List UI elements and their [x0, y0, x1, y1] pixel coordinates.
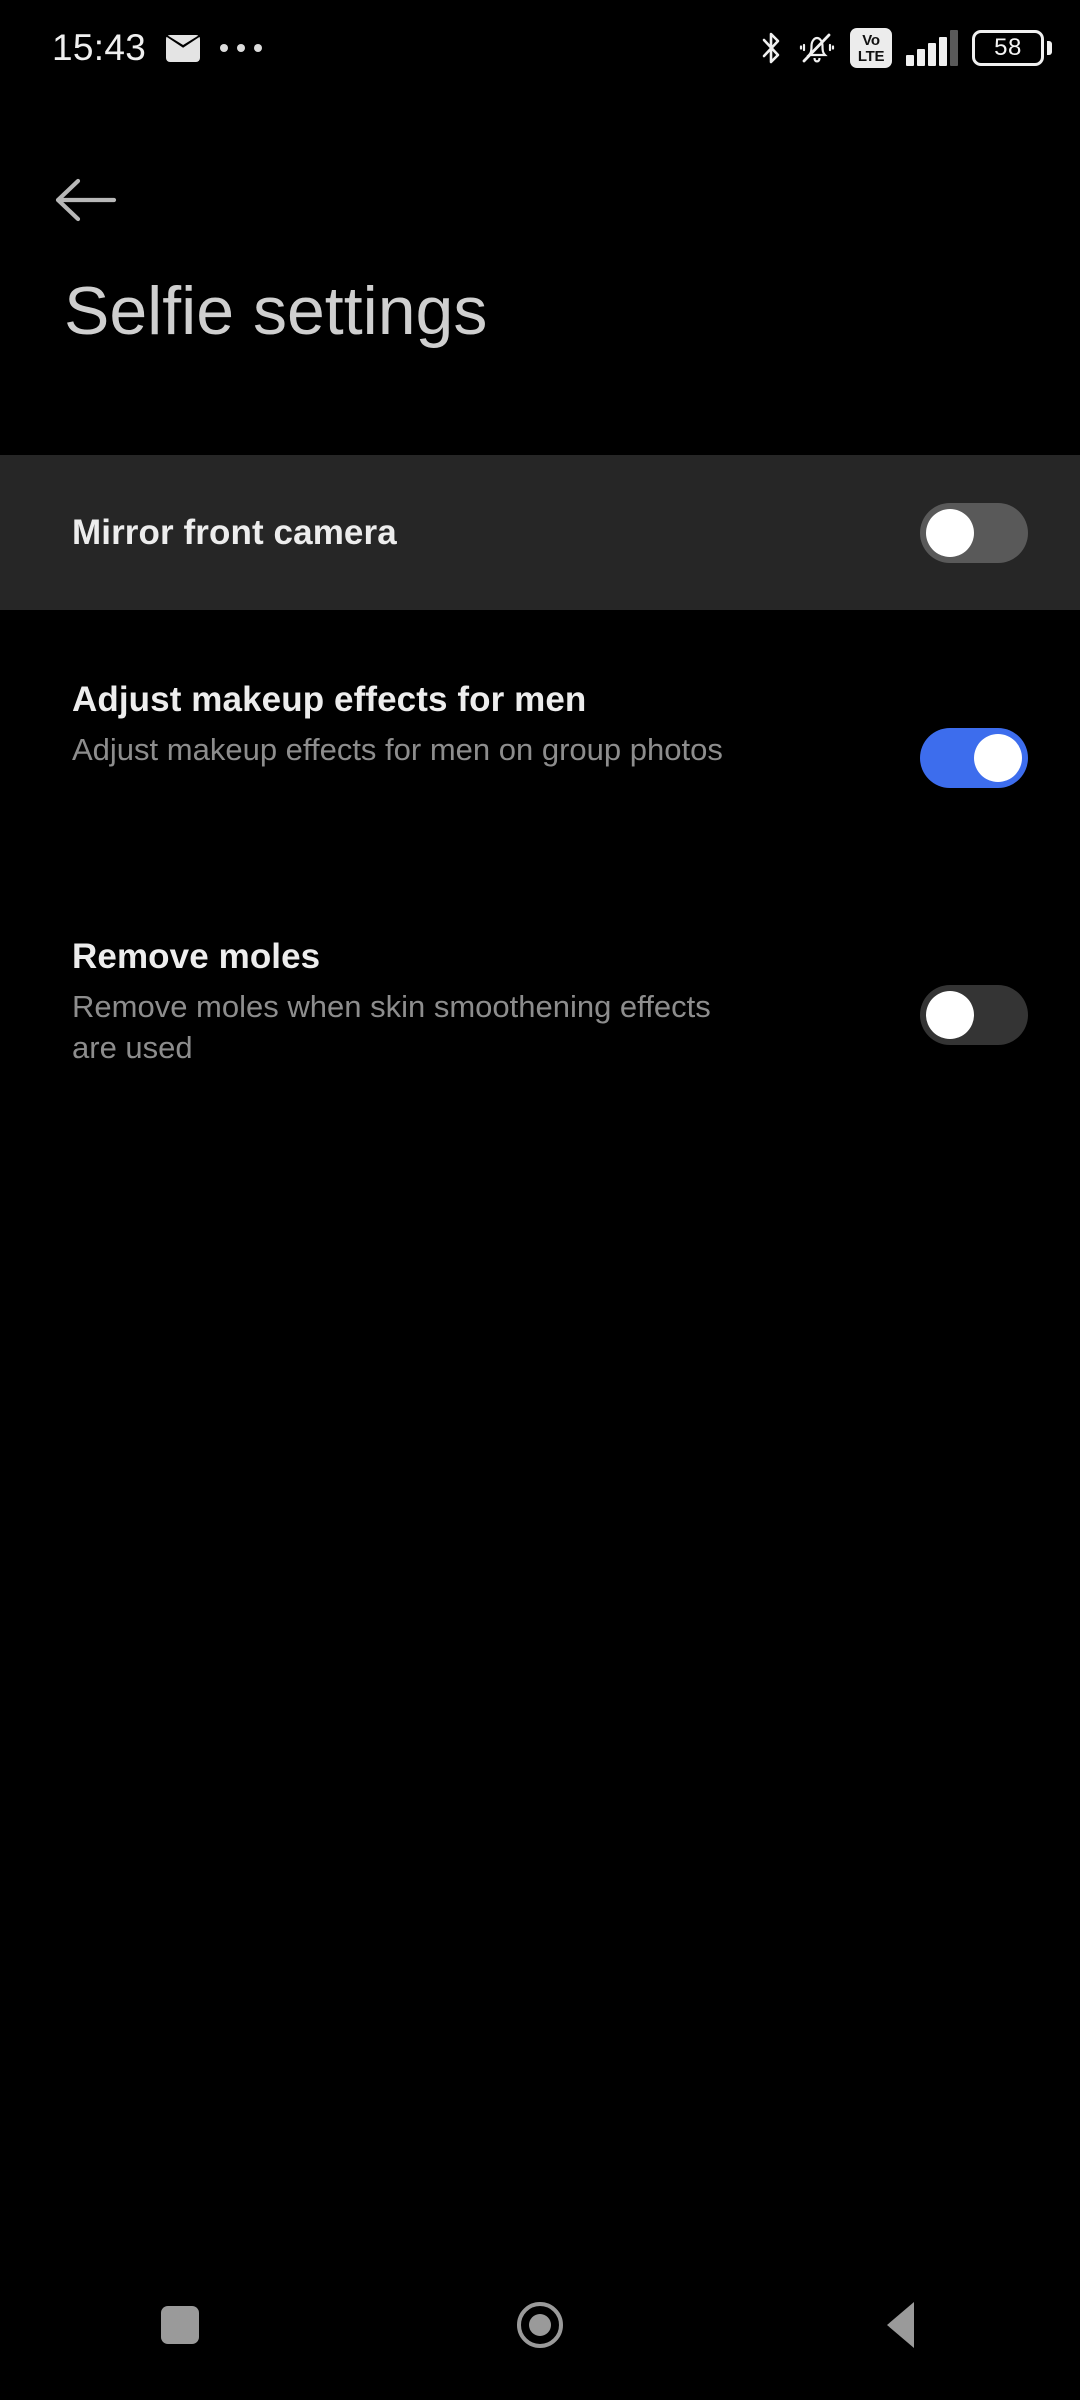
toggle-adjust-makeup-effects-for-men[interactable]: [920, 728, 1028, 788]
setting-title: Mirror front camera: [72, 512, 397, 552]
toggle-thumb: [974, 734, 1022, 782]
back-arrow-icon: [55, 178, 117, 222]
navigation-bar: [0, 2250, 1080, 2400]
recents-button[interactable]: [105, 2250, 255, 2400]
bluetooth-icon: [762, 32, 780, 64]
volte-icon: Vo LTE: [850, 28, 892, 68]
setting-row-remove-moles[interactable]: Remove moles Remove moles when skin smoo…: [0, 913, 1080, 1118]
setting-text-group: Adjust makeup effects for men Adjust mak…: [72, 678, 723, 771]
toggle-remove-moles[interactable]: [920, 985, 1028, 1045]
status-bar-left: 15:43: [52, 27, 263, 69]
setting-subtitle: Adjust makeup effects for men on group p…: [72, 731, 723, 767]
setting-subtitle: Remove moles when skin smoothening effec…: [72, 988, 711, 1065]
home-button[interactable]: [465, 2250, 615, 2400]
status-bar: 15:43 Vo LTE 58: [0, 0, 1080, 96]
status-bar-right: Vo LTE 58: [758, 28, 1052, 68]
bell-muted-icon: [799, 33, 835, 63]
mail-icon: [166, 34, 201, 62]
settings-list: Mirror front camera Adjust makeup effect…: [0, 455, 1080, 1118]
signal-bars-icon: [906, 30, 958, 66]
status-clock: 15:43: [52, 27, 147, 68]
setting-title: Remove moles: [72, 937, 321, 976]
back-triangle-icon: [886, 2302, 914, 2348]
toggle-thumb: [926, 508, 974, 557]
recents-square-icon: [161, 2306, 199, 2344]
volte-label-line2: LTE: [857, 47, 885, 65]
home-circle-icon: [517, 2302, 563, 2348]
battery-level-label: 58: [994, 34, 1022, 61]
battery-icon: 58: [972, 30, 1052, 66]
setting-text-group: Mirror front camera: [72, 511, 397, 555]
phone-screen: 15:43 Vo LTE 58 Selfie settings Mirror f…: [0, 0, 1080, 2400]
volte-label-line1: Vo: [862, 31, 880, 49]
setting-text-group: Remove moles Remove moles when skin smoo…: [72, 935, 762, 1069]
toggle-thumb: [926, 991, 974, 1039]
setting-title: Adjust makeup effects for men: [72, 680, 587, 719]
toggle-mirror-front-camera[interactable]: [920, 502, 1028, 563]
more-notifications-icon: [220, 44, 263, 52]
back-nav-button[interactable]: [825, 2250, 975, 2400]
setting-row-mirror-front-camera[interactable]: Mirror front camera: [0, 455, 1080, 610]
back-button[interactable]: [52, 160, 142, 240]
setting-row-adjust-makeup-effects-for-men[interactable]: Adjust makeup effects for men Adjust mak…: [0, 656, 1080, 861]
page-title: Selfie settings: [64, 273, 488, 349]
